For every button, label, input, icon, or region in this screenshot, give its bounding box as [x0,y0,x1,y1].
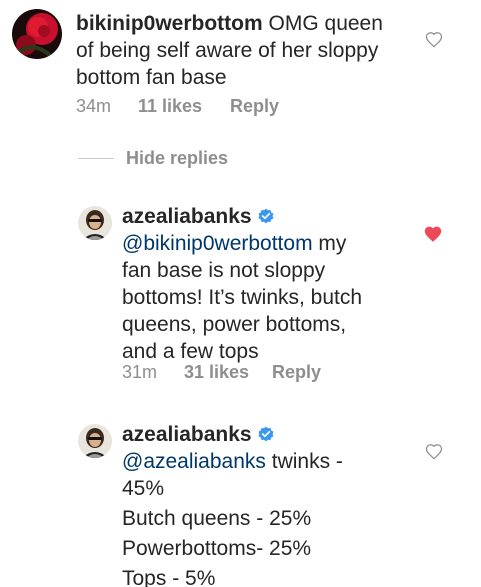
reply-text-line: 45% [122,477,165,500]
mention-link[interactable]: @bikinip0werbottom [122,232,313,255]
reply-username[interactable]: azealiabanks [122,423,252,446]
reply-text-line: bottoms! It’s twinks, butch [122,286,363,309]
reply-body: azealiabanks @azealiabanks twinks - 45% … [122,421,343,587]
avatar[interactable] [78,206,112,240]
reply-text-line: Powerbottoms- 25% [122,537,312,560]
hide-replies-button[interactable]: Hide replies [78,148,228,169]
verified-badge-icon [258,208,274,224]
comment-text-line: of being self aware of her sloppy [76,39,379,62]
reply-text-line: fan base is not sloppy [122,259,326,282]
reply-button[interactable]: Reply [230,96,279,117]
reply-body: azealiabanks @bikinip0werbottom my fan b… [122,203,362,365]
comment-username[interactable]: bikinip0werbottom [76,12,263,35]
reply-text-line: queens, power bottoms, [122,313,347,336]
mention-link[interactable]: @azealiabanks [122,450,266,473]
hide-replies-label: Hide replies [126,148,229,168]
reply-time: 31m [122,362,158,382]
likes-count[interactable]: 31 likes [184,362,272,383]
avatar[interactable] [78,424,112,458]
comment-body: bikinip0werbottom OMG queen of being sel… [76,10,383,91]
profile-avatar-image [78,424,112,458]
avatar[interactable] [12,9,62,59]
comment-text-line: OMG queen [262,12,383,35]
reply-text-line: Tops - 5% [122,567,216,587]
heart-icon[interactable] [425,443,443,460]
reply-username[interactable]: azealiabanks [122,205,252,228]
reply-text-line: Butch queens - 25% [122,507,312,530]
likes-count[interactable]: 11 likes [138,96,230,117]
reply-text-line: twinks - [265,450,343,473]
reply-text-line: my [312,232,347,255]
divider-line [78,158,114,159]
reply-text-line: and a few tops [122,340,259,363]
comment-time: 34m [76,96,112,116]
comment-meta: 34m 11 likes Reply [76,96,279,117]
verified-badge-icon [258,426,274,442]
reply-meta: 31m 31 likes Reply [122,362,321,383]
heart-filled-icon[interactable] [423,225,443,243]
profile-avatar-image [78,206,112,240]
heart-icon[interactable] [425,31,443,48]
reply-button[interactable]: Reply [272,362,321,383]
comment-text-line: bottom fan base [76,66,227,89]
rose-avatar-image [12,9,62,59]
